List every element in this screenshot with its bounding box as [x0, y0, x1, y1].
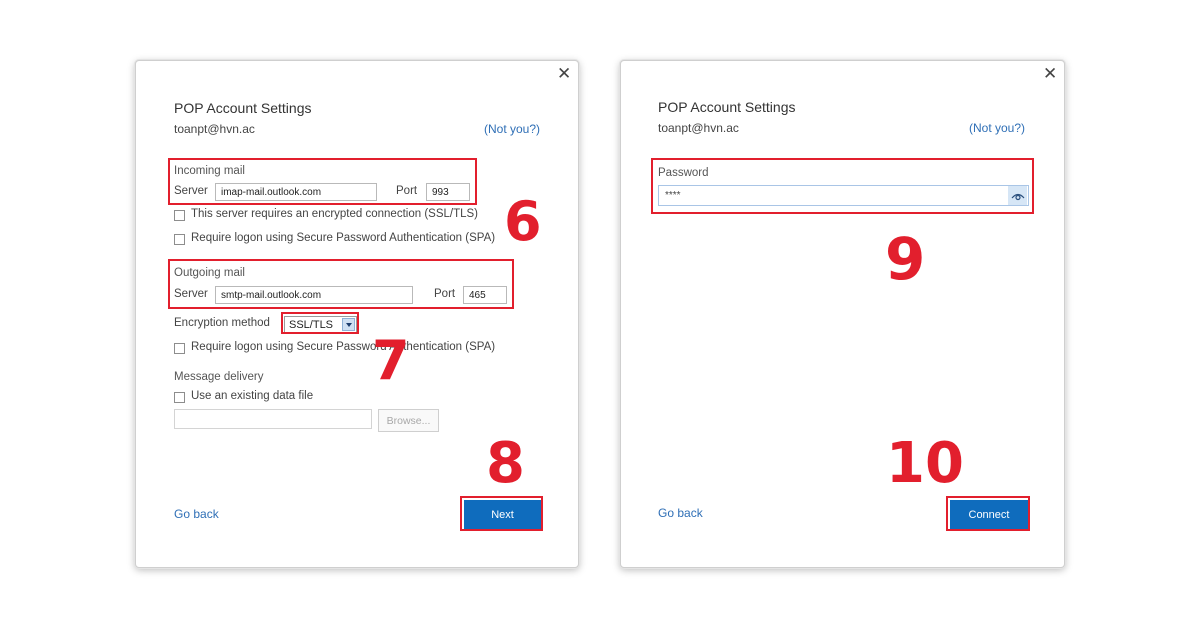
step-number-9: 9	[885, 225, 926, 293]
spa-outgoing-checkbox[interactable]	[174, 343, 185, 354]
account-email: toanpt@hvn.ac	[658, 121, 739, 135]
existing-data-file-checkbox[interactable]	[174, 392, 185, 403]
close-icon[interactable]: ✕	[1043, 65, 1057, 82]
account-email: toanpt@hvn.ac	[174, 122, 255, 136]
next-button[interactable]: Next	[464, 500, 541, 530]
encryption-method-value: SSL/TLS	[289, 319, 334, 331]
outgoing-port-label: Port	[434, 288, 456, 300]
incoming-server-label: Server	[174, 185, 208, 197]
outgoing-server-label: Server	[174, 288, 208, 300]
close-icon[interactable]: ✕	[557, 65, 571, 82]
outgoing-mail-label: Outgoing mail	[174, 267, 245, 279]
encryption-method-label: Encryption method	[174, 317, 270, 329]
message-delivery-label: Message delivery	[174, 371, 264, 383]
outgoing-server-input[interactable]: smtp-mail.outlook.com	[215, 286, 413, 304]
ssl-checkbox-label: This server requires an encrypted connec…	[191, 208, 478, 220]
dialog-title: POP Account Settings	[658, 99, 796, 115]
go-back-link[interactable]: Go back	[174, 507, 219, 521]
go-back-link[interactable]: Go back	[658, 506, 703, 520]
step-number-7: 7	[372, 329, 410, 392]
connect-button[interactable]: Connect	[950, 500, 1028, 530]
encryption-method-select[interactable]: SSL/TLS	[284, 316, 357, 333]
step-number-10: 10	[886, 431, 964, 496]
step-number-6: 6	[504, 190, 542, 253]
spa-outgoing-checkbox-label: Require logon using Secure Password Auth…	[191, 341, 496, 353]
show-password-button[interactable]	[1008, 186, 1027, 205]
incoming-port-label: Port	[396, 185, 418, 197]
chevron-down-icon[interactable]	[342, 318, 355, 331]
spa-incoming-checkbox-label: Require logon using Secure Password Auth…	[191, 232, 496, 244]
spa-incoming-checkbox[interactable]	[174, 234, 185, 245]
password-label: Password	[658, 167, 709, 179]
incoming-server-input[interactable]: imap-mail.outlook.com	[215, 183, 377, 201]
password-input[interactable]: ****	[658, 185, 1029, 206]
existing-data-file-label: Use an existing data file	[191, 390, 314, 402]
incoming-port-input[interactable]: 993	[426, 183, 470, 201]
outgoing-port-input[interactable]: 465	[463, 286, 507, 304]
not-you-link[interactable]: (Not you?)	[969, 121, 1025, 135]
browse-button[interactable]: Browse...	[378, 409, 439, 432]
not-you-link[interactable]: (Not you?)	[484, 122, 540, 136]
data-file-path-input[interactable]	[174, 409, 372, 429]
incoming-mail-label: Incoming mail	[174, 165, 245, 177]
dialog-title: POP Account Settings	[174, 100, 312, 116]
step-number-8: 8	[486, 431, 525, 496]
pop-settings-dialog-right: ✕ POP Account Settings toanpt@hvn.ac (No…	[620, 60, 1065, 568]
ssl-checkbox[interactable]	[174, 210, 185, 221]
eye-icon	[1011, 193, 1024, 200]
